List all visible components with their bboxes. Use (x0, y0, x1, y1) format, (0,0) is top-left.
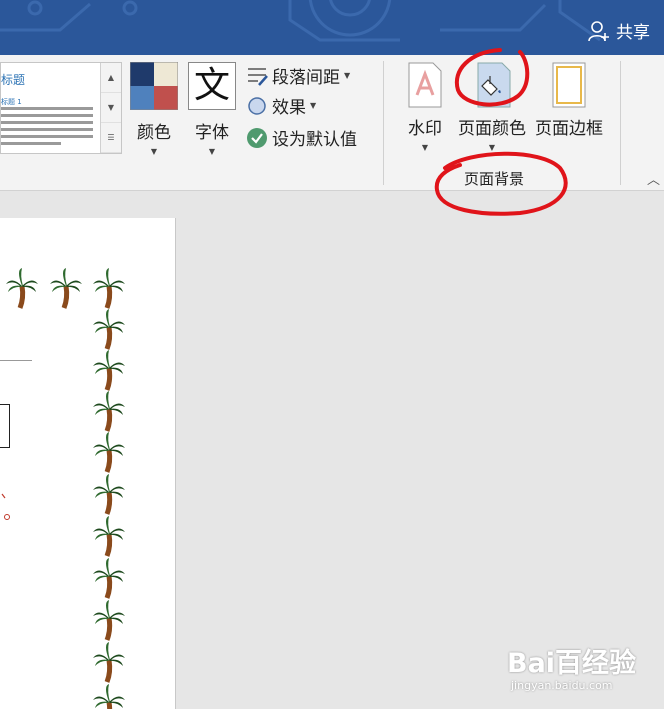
collapse-ribbon-chevron-icon[interactable]: ︿ (647, 169, 660, 188)
baidu-jingyan-watermark: Bai百经验 jingyan.baidu.com (507, 641, 657, 701)
preview-text-line (1, 135, 93, 138)
person-add-icon (588, 20, 609, 41)
page-color-dropdown-arrow-icon: ▼ (488, 143, 496, 152)
fonts-icon: 文 (188, 62, 236, 110)
palm-tree-icon (93, 684, 125, 709)
palm-tree-icon (93, 350, 125, 390)
page-color-icon (477, 62, 511, 108)
gallery-up-arrow-icon[interactable]: ▲ (101, 63, 121, 93)
page-borders-button[interactable]: 页面边框 (533, 62, 605, 139)
preview-text-line (1, 107, 93, 110)
red-text-fragment (1, 493, 10, 520)
colors-button[interactable]: 颜色 ▼ (129, 62, 179, 156)
gallery-down-arrow-icon[interactable]: ▼ (101, 93, 121, 123)
share-button[interactable]: 共享 (588, 18, 650, 43)
palm-tree-icon (93, 642, 125, 682)
palm-tree-icon (93, 432, 125, 472)
gallery-more-icon[interactable]: ☰ (101, 123, 121, 153)
palm-tree-border (0, 218, 175, 709)
page-borders-label: 页面边框 (535, 119, 603, 139)
fonts-dropdown-arrow-icon: ▼ (208, 147, 216, 156)
colors-label: 颜色 (137, 123, 171, 143)
fonts-button[interactable]: 文 字体 ▼ (186, 62, 238, 156)
fonts-label: 字体 (195, 123, 229, 143)
paragraph-spacing-icon (246, 65, 268, 87)
palm-tree-icon (93, 600, 125, 640)
palm-tree-icon (93, 268, 125, 308)
effects-button[interactable]: 效果 ▼ (246, 93, 316, 118)
colors-dropdown-arrow-icon: ▼ (150, 147, 158, 156)
title-bar: 共享 (0, 0, 664, 55)
palm-tree-icon (93, 516, 125, 556)
page-color-label: 页面颜色 (458, 119, 526, 139)
palm-tree-icon (50, 268, 82, 308)
palm-tree-icon (93, 474, 125, 514)
watermark-button[interactable]: 水印 ▼ (402, 62, 448, 152)
effects-dropdown-icon: ▼ (310, 101, 317, 110)
style-preview-title: 标题 (1, 73, 26, 87)
circuit-pattern-decoration (0, 0, 601, 42)
document-text-box[interactable] (0, 404, 10, 448)
paragraph-spacing-button[interactable]: 段落间距 ▼ (246, 63, 350, 88)
palm-tree-icon (93, 309, 125, 349)
watermark-label: 水印 (408, 119, 442, 139)
preview-text-line (1, 114, 93, 117)
set-default-label: 设为默认值 (272, 130, 357, 150)
palm-tree-icon (93, 558, 125, 598)
palm-tree-icon (93, 391, 125, 431)
page-background-group-label: 页面背景 (464, 170, 525, 188)
effects-label: 效果 (272, 98, 306, 118)
style-set-gallery[interactable]: 标题 标题 1 ▲ ▼ ☰ (0, 62, 122, 154)
watermark-icon (408, 62, 442, 108)
share-label: 共享 (616, 23, 650, 43)
paragraph-spacing-label: 段落间距 (272, 68, 340, 88)
watermark-logo-text: Bai百经验 (507, 648, 637, 679)
page-borders-icon (552, 62, 586, 108)
watermark-url-text: jingyan.baidu.com (511, 679, 613, 692)
preview-text-line (1, 121, 93, 124)
design-ribbon: 标题 标题 1 ▲ ▼ ☰ 颜色 ▼ 文 字体 ▼ 段落间距 ▼ 效果 ▼ 设为… (0, 55, 664, 191)
palm-tree-icon (6, 268, 38, 308)
document-page[interactable] (0, 218, 176, 709)
page-color-button[interactable]: 页面颜色 ▼ (455, 62, 529, 152)
ribbon-separator (383, 61, 384, 185)
set-default-button[interactable]: 设为默认值 (246, 125, 357, 150)
checkmark-icon (246, 127, 268, 149)
color-palette-icon (130, 62, 178, 110)
document-horizontal-rule (0, 360, 32, 361)
preview-text-line (1, 142, 61, 145)
preview-text-line (1, 128, 93, 131)
gallery-scroll-controls: ▲ ▼ ☰ (100, 63, 121, 153)
ribbon-separator (620, 61, 621, 185)
effects-icon (246, 95, 268, 117)
watermark-dropdown-arrow-icon: ▼ (421, 143, 429, 152)
style-preview-heading: 标题 1 (1, 98, 22, 106)
paragraph-spacing-dropdown-icon: ▼ (344, 71, 351, 80)
